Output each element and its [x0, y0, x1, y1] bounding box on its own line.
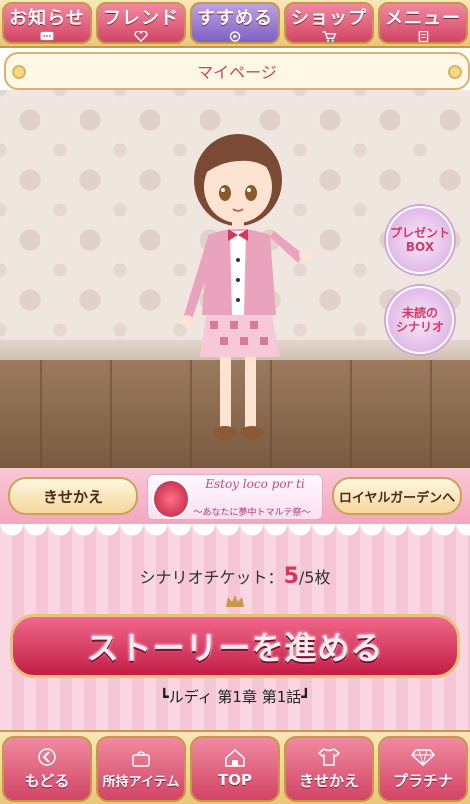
platinum-button[interactable]: プラチナ: [378, 736, 468, 802]
avatar-character[interactable]: [170, 125, 320, 455]
ticket-label: シナリオチケット：: [139, 568, 284, 587]
back-button[interactable]: もどる: [2, 736, 92, 802]
heart-icon: [134, 31, 148, 42]
tab-shop-label: ショップ: [291, 8, 367, 29]
story-panel: シナリオチケット：5/5枚 ストーリーを進める ┗ルディ 第1章 第1話┛: [0, 524, 470, 730]
tab-friend[interactable]: フレンド: [96, 2, 186, 44]
bag-icon: [132, 750, 150, 767]
dressup-button[interactable]: きせかえ: [8, 477, 138, 515]
items-label: 所持アイテム: [102, 774, 180, 790]
advance-story-button[interactable]: ストーリーを進める: [10, 614, 460, 678]
dressup-nav-button[interactable]: きせかえ: [284, 736, 374, 802]
event-banner[interactable]: Estoy loco por ti 〜あなたに夢中トマルテ祭〜: [147, 474, 323, 520]
lace-border: [0, 524, 470, 542]
unread-scenario-label: 未読の シナリオ: [395, 306, 444, 334]
top-label: TOP: [218, 771, 252, 789]
tab-menu[interactable]: メニュー: [378, 2, 468, 44]
tab-news-label: お知らせ: [9, 8, 85, 29]
event-banner-title: Estoy loco por ti: [205, 477, 305, 491]
royal-garden-label: ロイヤルガーデンへ: [338, 490, 456, 506]
chat-icon: [40, 31, 54, 41]
cart-icon: [322, 31, 337, 42]
shortcut-band: きせかえ Estoy loco por ti 〜あなたに夢中トマルテ祭〜 ロイヤ…: [0, 468, 470, 524]
platinum-label: プラチナ: [392, 771, 453, 790]
unread-scenario-button[interactable]: 未読の シナリオ: [386, 286, 454, 354]
ornament-dot: [448, 65, 462, 79]
top-button[interactable]: TOP: [190, 736, 280, 802]
items-button[interactable]: 所持アイテム: [96, 736, 186, 802]
tab-news[interactable]: お知らせ: [2, 2, 92, 44]
tab-recommend[interactable]: すすめる: [190, 2, 280, 44]
top-navigation: お知らせ フレンド すすめる ショップ メニュー: [0, 0, 470, 48]
dressup-nav-label: きせかえ: [298, 771, 359, 790]
tab-friend-label: フレンド: [103, 8, 179, 29]
back-label: もどる: [24, 771, 70, 790]
royal-garden-button[interactable]: ロイヤルガーデンへ: [332, 477, 462, 515]
back-icon: [38, 747, 56, 766]
event-banner-subtitle: 〜あなたに夢中トマルテ祭〜: [193, 508, 311, 518]
current-chapter: ┗ルディ 第1章 第1話┛: [159, 688, 311, 706]
bottom-navigation: もどる 所持アイテム TOP きせかえ プラチナ: [0, 730, 470, 804]
document-icon: [418, 31, 429, 42]
ticket-current: 5: [283, 564, 299, 589]
shirt-icon: [317, 747, 341, 766]
tab-shop[interactable]: ショップ: [284, 2, 374, 44]
page-title-bar: マイページ: [4, 52, 470, 90]
page-title: マイページ: [197, 63, 277, 82]
diamond-icon: [411, 748, 435, 766]
dressup-label: きせかえ: [42, 487, 103, 506]
play-icon: [229, 31, 241, 42]
scenario-ticket-counter: シナリオチケット：5/5枚: [0, 564, 470, 589]
present-box-label: プレゼント BOX: [389, 226, 450, 254]
tab-menu-label: メニュー: [385, 8, 461, 29]
advance-story-label: ストーリーを進める: [86, 629, 384, 667]
crown-icon: [226, 595, 244, 607]
home-icon: [225, 749, 245, 767]
ornament-dot: [12, 65, 26, 79]
tab-recommend-label: すすめる: [197, 8, 273, 29]
present-box-button[interactable]: プレゼント BOX: [386, 206, 454, 274]
ticket-total: /5枚: [298, 568, 331, 587]
avatar-room: プレゼント BOX 未読の シナリオ: [0, 90, 470, 468]
